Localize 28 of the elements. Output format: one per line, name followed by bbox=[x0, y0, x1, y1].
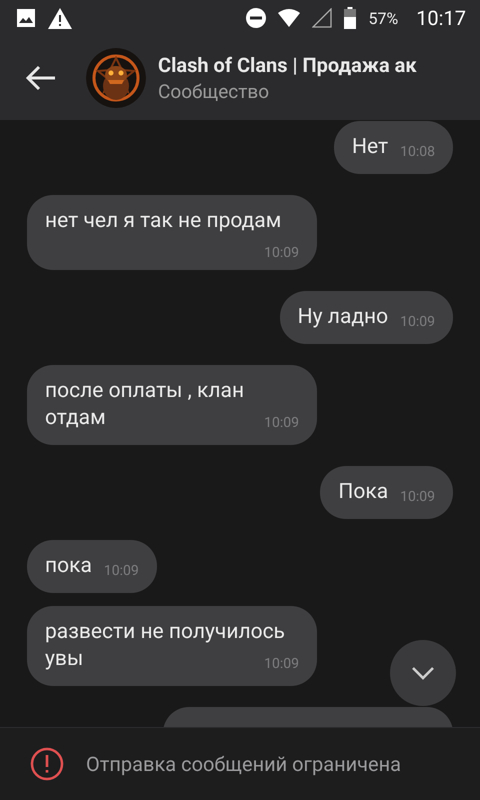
wifi-icon bbox=[278, 9, 300, 27]
message-time: 10:09 bbox=[264, 414, 299, 433]
message-time: 10:09 bbox=[104, 562, 139, 581]
restriction-notice: Отправка сообщений ограничена bbox=[86, 752, 402, 776]
message-time: 10:08 bbox=[400, 143, 435, 162]
warning-icon bbox=[48, 8, 72, 28]
chat-title: Clash of Clans | Продажа ак bbox=[158, 53, 417, 77]
message-bubble: после оплаты , клан отдам 10:09 bbox=[27, 365, 317, 445]
clock: 10:17 bbox=[416, 6, 466, 30]
message-bubble: нет чел я так не продам 10:09 bbox=[27, 195, 317, 270]
message-bubble: развести не получилось увы 10:09 bbox=[27, 606, 317, 686]
signal-icon bbox=[312, 8, 332, 28]
chat-subtitle: Сообщество bbox=[158, 80, 270, 103]
message-bubble: Пока 10:09 bbox=[320, 466, 453, 519]
alert-icon bbox=[30, 747, 64, 781]
message-time: 10:09 bbox=[400, 313, 435, 332]
do-not-disturb-icon bbox=[246, 8, 266, 28]
image-icon bbox=[16, 8, 36, 28]
message-bubble: Ну ладно 10:09 bbox=[280, 291, 453, 344]
message-bubble: Нет 10:08 bbox=[334, 121, 453, 174]
message-time: 10:09 bbox=[400, 488, 435, 507]
chevron-down-icon bbox=[411, 666, 435, 680]
message-time: 10:09 bbox=[264, 655, 299, 674]
back-arrow-icon[interactable] bbox=[26, 65, 56, 91]
battery-icon bbox=[344, 7, 356, 29]
battery-percent: 57% bbox=[368, 8, 398, 28]
message-time: 10:09 bbox=[264, 244, 299, 263]
message-bubble: пока 10:09 bbox=[27, 540, 157, 593]
